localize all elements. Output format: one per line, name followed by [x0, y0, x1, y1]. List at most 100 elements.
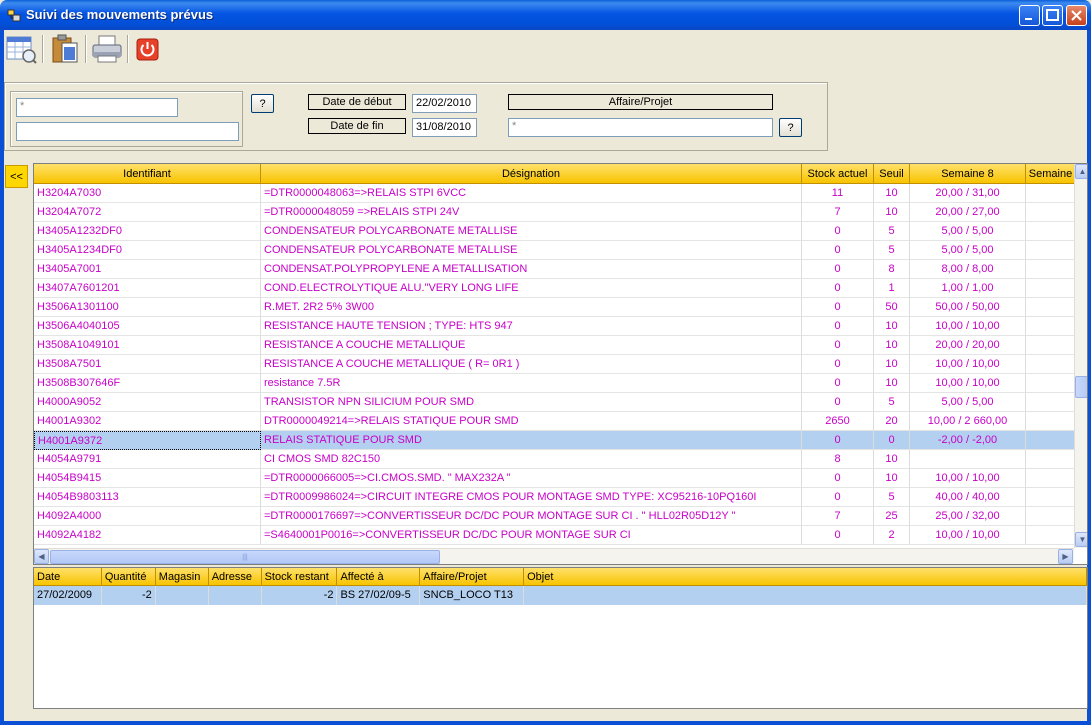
cell-identifiant: H4054B9803113 [34, 488, 261, 507]
scroll-right-arrow-icon[interactable]: ▶ [1058, 549, 1073, 564]
table-row[interactable]: H4054B9415 =DTR0000066005=>CI.CMOS.SMD. "… [34, 469, 1076, 488]
affaire-help-button[interactable]: ? [779, 118, 802, 137]
table-row[interactable]: H3508A1049101 RESISTANCE A COUCHE METALLI… [34, 336, 1076, 355]
table-row[interactable]: H4092A4000 =DTR0000176697=>CONVERTISSEUR … [34, 507, 1076, 526]
cell-seuil: 10 [874, 184, 910, 203]
cell-semaine [1026, 260, 1076, 279]
cell-stock-actuel: 11 [802, 184, 874, 203]
cell-semaine [1026, 450, 1076, 469]
date-debut-field[interactable]: 22/02/2010 [412, 94, 477, 113]
detail-header-adresse[interactable]: Adresse [209, 568, 262, 586]
cell-stock-actuel: 0 [802, 469, 874, 488]
scroll-left-arrow-icon[interactable]: ◀ [34, 549, 49, 564]
cell-identifiant: H3506A1301100 [34, 298, 261, 317]
affaire-projet-label: Affaire/Projet [508, 94, 773, 110]
close-button[interactable] [1066, 5, 1087, 26]
toolbar-separator [127, 35, 129, 63]
identifier-help-button[interactable]: ? [251, 94, 274, 113]
cell-semaine [1026, 431, 1076, 450]
printer-icon [92, 35, 122, 63]
table-row[interactable]: H4054B9803113 =DTR0009986024=>CIRCUIT INT… [34, 488, 1076, 507]
cell-semaine [1026, 317, 1076, 336]
calendar-search-icon [6, 36, 37, 64]
column-header-semaine[interactable]: Semaine [1026, 164, 1076, 184]
detail-header-quantite[interactable]: Quantité [102, 568, 156, 586]
vertical-scroll-thumb[interactable] [1075, 376, 1087, 398]
detail-header-affecte-a[interactable]: Affecté à [337, 568, 421, 586]
column-header-semaine-8[interactable]: Semaine 8 [910, 164, 1026, 184]
toolbar-separator [42, 35, 44, 63]
table-row[interactable]: H4054A9791 CI CMOS SMD 82C150 8 10 [34, 450, 1076, 469]
scroll-down-arrow-icon[interactable]: ▼ [1075, 532, 1087, 547]
detail-header-affaire-projet[interactable]: Affaire/Projet [420, 568, 525, 586]
designation-filter-input[interactable] [16, 122, 239, 141]
detail-grid: Date Quantité Magasin Adresse Stock rest… [33, 567, 1088, 709]
cell-semaine [1026, 184, 1076, 203]
cell-stock-actuel: 0 [802, 298, 874, 317]
calendar-search-button[interactable] [4, 32, 38, 66]
detail-row[interactable]: 27/02/2009 -2 -2 BS 27/02/09-5 SNCB_LOCO T13 [34, 586, 1087, 605]
cell-seuil: 10 [874, 374, 910, 393]
cell-identifiant: H3508B307646F [34, 374, 261, 393]
cell-stock-actuel: 2650 [802, 412, 874, 431]
cell-stock-actuel: 7 [802, 507, 874, 526]
detail-header-objet[interactable]: Objet [524, 568, 1087, 586]
cell-identifiant: H3407A7601201 [34, 279, 261, 298]
table-row[interactable]: H4001A9372 RELAIS STATIQUE POUR SMD 0 0 -2,0… [34, 431, 1076, 450]
date-fin-field[interactable]: 31/08/2010 [412, 118, 477, 137]
table-row[interactable]: H3407A7601201 COND.ELECTROLYTIQUE ALU."VE… [34, 279, 1076, 298]
detail-header-magasin[interactable]: Magasin [156, 568, 209, 586]
cell-seuil: 2 [874, 526, 910, 545]
detail-header-stock-restant[interactable]: Stock restant [262, 568, 338, 586]
table-row[interactable]: H3506A4040105 RESISTANCE HAUTE TENSION ; … [34, 317, 1076, 336]
horizontal-scroll-thumb[interactable]: ||| [50, 550, 440, 564]
cell-identifiant: H4000A9052 [34, 393, 261, 412]
print-button[interactable] [90, 32, 124, 66]
table-row[interactable]: H4001A9302 DTR0000049214=>RELAIS STATIQUE… [34, 412, 1076, 431]
clipboard-button[interactable] [48, 32, 82, 66]
table-row[interactable]: H3508B307646F resistance 7.5R 0 10 10,00 / 1… [34, 374, 1076, 393]
affaire-projet-input[interactable]: * [508, 118, 773, 137]
horizontal-scrollbar[interactable]: ◀ ||| ▶ [34, 548, 1074, 564]
maximize-button[interactable] [1042, 5, 1063, 26]
cell-semaine-8: 5,00 / 5,00 [910, 393, 1026, 412]
cell-semaine [1026, 412, 1076, 431]
identifier-filter-input[interactable]: * [16, 98, 178, 117]
table-row[interactable]: H3204A7072 =DTR0000048059 =>RELAIS STPI 2… [34, 203, 1076, 222]
cell-semaine [1026, 203, 1076, 222]
cell-designation: RESISTANCE HAUTE TENSION ; TYPE: HTS 947 [261, 317, 802, 336]
cell-identifiant: H3508A1049101 [34, 336, 261, 355]
column-header-stock-actuel[interactable]: Stock actuel [802, 164, 874, 184]
table-row[interactable]: H3506A1301100 R.MET. 2R2 5% 3W00 0 50 50,00 … [34, 298, 1076, 317]
cell-semaine-8: 10,00 / 2 660,00 [910, 412, 1026, 431]
cell-designation: =S4640001P0016=>CONVERTISSEUR DC/DC POUR… [261, 526, 802, 545]
cell-seuil: 5 [874, 393, 910, 412]
minimize-button[interactable] [1019, 5, 1040, 26]
cell-stock-actuel: 0 [802, 279, 874, 298]
scroll-up-arrow-icon[interactable]: ▲ [1075, 164, 1087, 179]
table-row[interactable]: H4000A9052 TRANSISTOR NPN SILICIUM POUR S… [34, 393, 1076, 412]
table-row[interactable]: H3508A7501 RESISTANCE A COUCHE METALLIQUE… [34, 355, 1076, 374]
app-icon [7, 9, 21, 22]
cell-semaine [1026, 355, 1076, 374]
cell-stock-actuel: 0 [802, 374, 874, 393]
table-row[interactable]: H3204A7030 =DTR0000048063=>RELAIS STPI 6V… [34, 184, 1076, 203]
cell-seuil: 5 [874, 241, 910, 260]
movements-grid: Identifiant Désignation Stock actuel Seu… [33, 163, 1088, 565]
cell-stock-actuel: 0 [802, 393, 874, 412]
cell-semaine [1026, 507, 1076, 526]
collapse-panel-button[interactable]: << [5, 165, 28, 188]
quit-button[interactable] [132, 32, 166, 66]
column-header-seuil[interactable]: Seuil [874, 164, 910, 184]
detail-header-date[interactable]: Date [34, 568, 102, 586]
table-row[interactable]: H3405A7001 CONDENSAT.POLYPROPYLENE A META… [34, 260, 1076, 279]
table-row[interactable]: H3405A1234DF0 CONDENSATEUR POLYCARBONATE … [34, 241, 1076, 260]
detail-header: Date Quantité Magasin Adresse Stock rest… [34, 568, 1087, 586]
column-header-designation[interactable]: Désignation [261, 164, 802, 184]
cell-seuil: 10 [874, 450, 910, 469]
cell-stock-actuel: 0 [802, 336, 874, 355]
column-header-identifiant[interactable]: Identifiant [34, 164, 261, 184]
vertical-scrollbar[interactable]: ▲ ▼ [1074, 164, 1087, 548]
table-row[interactable]: H4092A4182 =S4640001P0016=>CONVERTISSEUR … [34, 526, 1076, 545]
table-row[interactable]: H3405A1232DF0 CONDENSATEUR POLYCARBONATE … [34, 222, 1076, 241]
